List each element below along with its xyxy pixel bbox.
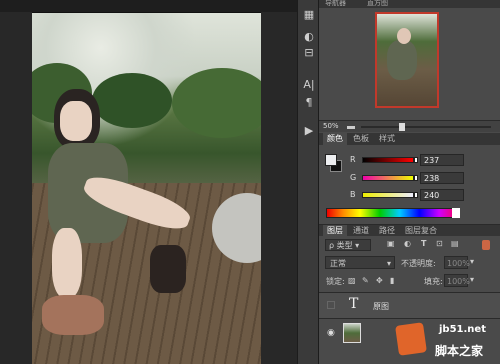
navigator-thumbnail[interactable] xyxy=(375,12,439,108)
channel-g-label: G xyxy=(350,173,357,182)
photo-shoe xyxy=(42,295,104,335)
opacity-input[interactable]: 100% xyxy=(444,256,470,269)
tab-layer-comps[interactable]: 图层复合 xyxy=(401,225,441,237)
watermark-domain: jb51.net xyxy=(439,324,486,335)
layer-thumbnail xyxy=(343,323,361,343)
document-photo[interactable] xyxy=(32,12,261,364)
text-layer-icon: T xyxy=(349,296,359,312)
channel-r-label: R xyxy=(350,155,356,164)
lock-pixels-icon[interactable]: ✎ xyxy=(362,276,369,285)
watermark: jb51.net 脚本之家 xyxy=(395,320,500,364)
zoom-out-icon[interactable] xyxy=(347,126,355,129)
lock-transparent-icon[interactable]: ▨ xyxy=(348,276,356,285)
character-icon[interactable]: A| xyxy=(302,78,316,92)
photo-face xyxy=(60,101,92,141)
thumb-face xyxy=(397,28,411,44)
zoom-value[interactable]: 50% xyxy=(323,122,339,130)
zoom-slider-handle[interactable] xyxy=(399,123,405,131)
eye-icon[interactable]: ◉ xyxy=(327,328,335,338)
photo-tree xyxy=(172,68,261,138)
layer-row[interactable]: T 原图 xyxy=(319,292,500,318)
fill-input[interactable]: 100% xyxy=(444,274,470,287)
navigator-tabbar: 导航器 直方图 xyxy=(319,0,500,8)
actions-play-icon[interactable]: ▶ xyxy=(302,124,316,138)
channel-r-value[interactable]: 237 xyxy=(420,154,464,166)
tab-color[interactable]: 颜色 xyxy=(323,133,347,145)
layer-filter-select[interactable]: ρ 类型 ▾ xyxy=(325,239,371,251)
channel-r-slider[interactable] xyxy=(362,157,414,163)
tab-histogram[interactable]: 直方图 xyxy=(367,0,388,8)
channel-b-value[interactable]: 240 xyxy=(420,189,464,201)
blend-mode-select[interactable]: 正常 ▾ xyxy=(325,256,395,269)
filter-search-icon: ρ xyxy=(329,241,335,250)
canvas-top-strip xyxy=(0,0,297,12)
watermark-logo xyxy=(395,322,427,356)
photo-tree xyxy=(92,73,172,128)
channel-r-handle[interactable] xyxy=(414,157,418,163)
filter-adjust-icon[interactable]: ◐ xyxy=(404,239,411,248)
filter-type-label: 类型 xyxy=(336,241,353,250)
opacity-label: 不透明度: xyxy=(401,259,436,268)
filter-shape-icon[interactable]: ⊡ xyxy=(436,239,443,248)
tab-channels[interactable]: 通道 xyxy=(349,225,373,237)
layers-tabbar: 图层 通道 路径 图层复合 xyxy=(319,224,500,237)
filter-text-icon[interactable]: T xyxy=(421,239,426,248)
foreground-color-swatch[interactable] xyxy=(325,154,337,166)
layer-visibility-toggle[interactable] xyxy=(327,301,335,309)
thumb-figure xyxy=(387,40,417,80)
filter-pixel-icon[interactable]: ▣ xyxy=(387,239,395,248)
blend-mode-value: 正常 xyxy=(330,259,346,268)
color-tabbar: 颜色 色板 样式 xyxy=(319,133,500,145)
channel-g-handle[interactable] xyxy=(414,175,418,181)
photo-shoe xyxy=(150,245,186,293)
channel-b-label: B xyxy=(350,190,356,199)
channel-b-handle[interactable] xyxy=(414,192,418,198)
adjust-icon[interactable]: ◐ xyxy=(302,30,316,44)
navigator-zoom-row: 50% xyxy=(319,120,500,132)
chevron-down-icon: ▾ xyxy=(355,241,360,250)
spectrum-white-swatch[interactable] xyxy=(452,208,460,218)
chevron-down-icon[interactable]: ▾ xyxy=(470,257,474,266)
lock-label: 锁定: xyxy=(326,277,345,286)
lock-position-icon[interactable]: ✥ xyxy=(376,276,383,285)
layer-name: 原图 xyxy=(373,302,389,311)
chevron-down-icon[interactable]: ▾ xyxy=(470,275,474,284)
filter-toggle-icon[interactable] xyxy=(482,240,490,250)
tab-navigator[interactable]: 导航器 xyxy=(325,0,346,8)
chevron-down-icon: ▾ xyxy=(386,259,391,268)
channel-b-slider[interactable] xyxy=(362,192,414,198)
channel-g-slider[interactable] xyxy=(362,175,414,181)
tab-layers[interactable]: 图层 xyxy=(323,225,347,237)
tab-styles[interactable]: 样式 xyxy=(375,133,399,145)
tab-swatches[interactable]: 色板 xyxy=(349,133,373,145)
lock-all-icon[interactable]: ▮ xyxy=(390,276,394,285)
tab-paths[interactable]: 路径 xyxy=(375,225,399,237)
photo-leg xyxy=(52,228,82,298)
channel-g-value[interactable]: 238 xyxy=(420,172,464,184)
info-icon[interactable]: ⊟ xyxy=(302,46,316,60)
history-icon[interactable]: ▦ xyxy=(302,8,316,22)
filter-smart-icon[interactable]: ▤ xyxy=(451,239,459,248)
watermark-site-name: 脚本之家 xyxy=(435,344,484,358)
zoom-slider-track[interactable] xyxy=(361,126,491,128)
color-spectrum[interactable] xyxy=(326,208,460,218)
panel-toolbar: ▦ ◐ ⊟ A| ¶ ▶ xyxy=(297,0,319,364)
fill-label: 填充: xyxy=(424,277,443,286)
paragraph-icon[interactable]: ¶ xyxy=(302,96,316,110)
